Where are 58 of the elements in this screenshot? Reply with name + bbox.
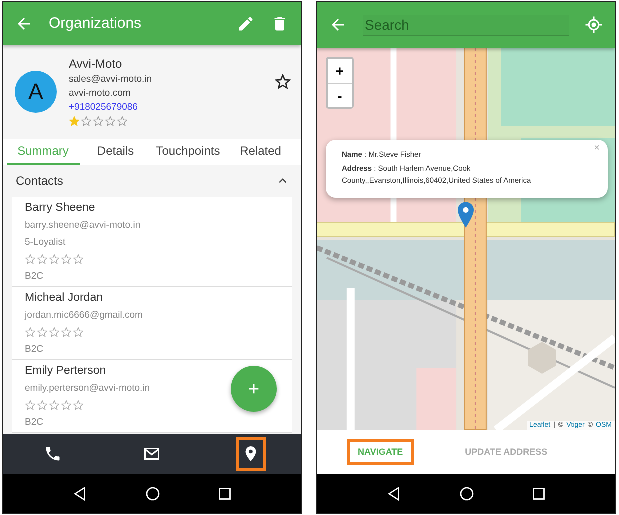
star-icon <box>61 254 72 265</box>
organization-website: avvi-moto.com <box>69 88 131 99</box>
star-icon <box>93 116 104 127</box>
plus-icon <box>247 382 261 396</box>
contact-card[interactable]: Emily Perterson emily.perterson@avvi-moto.in B2C <box>12 360 292 433</box>
contact-email: jordan.mic6666@gmail.com <box>25 310 143 321</box>
avatar: A <box>15 71 57 113</box>
tab[interactable]: Details <box>80 139 152 165</box>
search-field[interactable]: Search <box>363 14 569 36</box>
contact-type: B2C <box>25 271 44 282</box>
mail-icon <box>142 445 161 463</box>
tab[interactable]: Related <box>224 139 297 165</box>
star-icon <box>49 327 60 338</box>
contact-name: Micheal Jordan <box>25 292 103 304</box>
section-title: Contacts <box>16 174 64 188</box>
back-icon[interactable] <box>72 486 88 502</box>
recents-icon[interactable] <box>218 486 232 500</box>
star-icon <box>49 400 60 411</box>
star-icon <box>37 400 48 411</box>
star-icon <box>73 400 84 411</box>
contact-email: emily.perterson@avvi-moto.in <box>25 383 150 394</box>
star-icon <box>81 116 92 127</box>
chevron-icon[interactable] <box>278 176 288 186</box>
phone-link[interactable]: +918025679086 <box>69 102 138 113</box>
home-icon[interactable] <box>458 486 475 502</box>
home-icon[interactable] <box>144 486 161 502</box>
star-icon <box>73 254 84 265</box>
star-icon <box>61 327 72 338</box>
edit-icon[interactable] <box>237 14 255 32</box>
locate-icon[interactable] <box>585 16 603 34</box>
screen-title: Organizations <box>49 15 143 32</box>
star-icon <box>73 327 84 338</box>
star-icon <box>37 254 48 265</box>
star-icon <box>61 400 72 411</box>
star-icon <box>105 116 116 127</box>
organization-name: Avvi-Moto <box>69 57 122 71</box>
star-icon <box>25 400 36 411</box>
back-icon[interactable] <box>386 486 402 502</box>
contact-tier-label: 5-Loyalist <box>25 237 66 248</box>
organization-email: sales@avvi-moto.in <box>69 74 152 85</box>
recents-icon[interactable] <box>532 486 546 500</box>
star-icon <box>117 116 128 127</box>
star-icon <box>37 327 48 338</box>
contact-type: B2C <box>25 344 44 355</box>
contact-type: B2C <box>25 417 44 428</box>
contact-name: Emily Perterson <box>25 365 106 377</box>
location-button[interactable] <box>236 437 266 471</box>
map-marker-icon <box>458 202 474 228</box>
contact-email: barry.sheene@avvi-moto.in <box>25 220 141 231</box>
favorite-star-icon[interactable] <box>275 74 291 90</box>
star-icon <box>25 327 36 338</box>
zoom-out-button[interactable]: - <box>328 83 352 107</box>
star-icon <box>69 116 80 127</box>
star-icon <box>49 254 60 265</box>
tab[interactable]: Touchpoints <box>152 139 224 165</box>
contact-name: Barry Sheene <box>25 202 96 214</box>
phone-icon <box>44 445 62 463</box>
star-icon <box>25 254 36 265</box>
